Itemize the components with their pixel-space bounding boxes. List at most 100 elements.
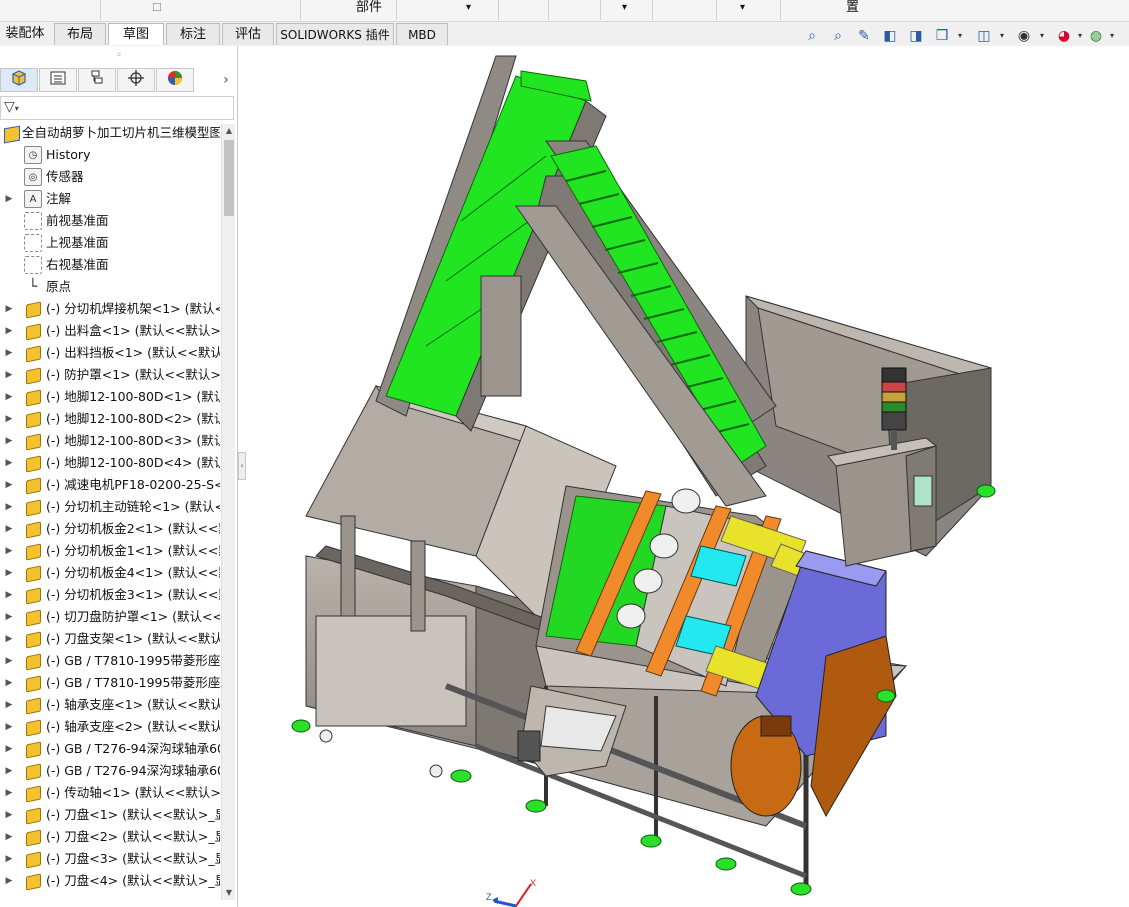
ribbon-label-placement[interactable]: 置: [846, 0, 859, 16]
tree-item-part[interactable]: ▶ (-) GB / T7810-1995带菱形座轴: [0, 672, 220, 694]
expand-arrow-icon[interactable]: ▶: [4, 694, 14, 716]
expand-arrow-icon[interactable]: ▶: [4, 298, 14, 320]
tree-filter-box[interactable]: ▽▾: [0, 96, 234, 120]
filter-icon[interactable]: ▽▾: [4, 99, 19, 115]
expand-arrow-icon[interactable]: ▶: [4, 848, 14, 870]
graphics-area[interactable]: X Y Z: [246, 46, 1129, 907]
tree-item-annotation[interactable]: ▶ A 注解: [0, 188, 220, 210]
expand-arrow-icon[interactable]: ▶: [4, 760, 14, 782]
expand-arrow-icon[interactable]: ▶: [4, 452, 14, 474]
scroll-thumb[interactable]: [224, 140, 234, 216]
expand-arrow-icon[interactable]: ▶: [4, 540, 14, 562]
edit-appearance-icon[interactable]: ◕: [1054, 26, 1074, 46]
tree-item-part[interactable]: ▶ (-) 减速电机PF18-0200-25-S<1: [0, 474, 220, 496]
tree-item-part[interactable]: ▶ (-) 刀盘支架<1> (默认<<默认>_: [0, 628, 220, 650]
tree-item-part[interactable]: ▶ (-) 刀盘<3> (默认<<默认>_显示: [0, 848, 220, 870]
tab-assembly[interactable]: 装配体: [0, 23, 50, 45]
tree-item-part[interactable]: ▶ (-) 分切机板金1<1> (默认<<默: [0, 540, 220, 562]
tree-item-part[interactable]: ▶ (-) 出料盒<1> (默认<<默认>_显: [0, 320, 220, 342]
expand-arrow-icon[interactable]: ▶: [4, 474, 14, 496]
tree-item-plane[interactable]: 前视基准面: [0, 210, 220, 232]
expand-arrow-icon[interactable]: ▶: [4, 606, 14, 628]
tree-item-part[interactable]: ▶ (-) 分切机板金2<1> (默认<<默: [0, 518, 220, 540]
tree-item-part[interactable]: ▶ (-) 刀盘<1> (默认<<默认>_显示: [0, 804, 220, 826]
expand-arrow-icon[interactable]: ▶: [4, 562, 14, 584]
expand-arrow-icon[interactable]: ▶: [4, 430, 14, 452]
expand-arrow-icon[interactable]: ▶: [4, 408, 14, 430]
tree-item-part[interactable]: ▶ (-) 分切机主动链轮<1> (默认<<: [0, 496, 220, 518]
tree-item-part[interactable]: ▶ (-) GB / T7810-1995带菱形座轴: [0, 650, 220, 672]
previous-view-icon[interactable]: ✎: [854, 26, 874, 46]
tree-item-part[interactable]: ▶ (-) 分切机板金3<1> (默认<<默: [0, 584, 220, 606]
expand-arrow-icon[interactable]: ▶: [4, 672, 14, 694]
ribbon-dropdown-icon[interactable]: ▾: [622, 0, 627, 16]
configuration-manager-tab-icon[interactable]: [78, 68, 116, 92]
expand-arrow-icon[interactable]: ▶: [4, 320, 14, 342]
chevron-down-icon[interactable]: ▾: [1038, 26, 1046, 46]
tree-item-part[interactable]: ▶ (-) 地脚12-100-80D<2> (默认<: [0, 408, 220, 430]
tab-solidworks-addins[interactable]: SOLIDWORKS 插件: [276, 23, 394, 45]
expand-arrow-icon[interactable]: ▶: [4, 826, 14, 848]
expand-arrow-icon[interactable]: ▶: [4, 804, 14, 826]
section-view-icon[interactable]: ◧: [880, 26, 900, 46]
display-style-icon[interactable]: ◫: [974, 26, 994, 46]
ribbon-dropdown-icon[interactable]: ▾: [740, 0, 745, 16]
tree-item-part[interactable]: ▶ (-) GB / T276-94深沟球轴承600: [0, 738, 220, 760]
chevron-down-icon[interactable]: ▾: [956, 26, 964, 46]
tab-sketch[interactable]: 草图: [108, 23, 164, 45]
expand-arrow-icon[interactable]: ▶: [4, 782, 14, 804]
chevron-down-icon[interactable]: ▾: [1076, 26, 1084, 46]
zoom-to-fit-icon[interactable]: ⌕: [802, 26, 822, 46]
expand-arrow-icon[interactable]: ▶: [4, 496, 14, 518]
tree-item-origin[interactable]: └ 原点: [0, 276, 220, 298]
hide-show-icon[interactable]: ◉: [1014, 26, 1034, 46]
tree-item-sensor[interactable]: ◎ 传感器: [0, 166, 220, 188]
scroll-up-icon[interactable]: ▲: [222, 124, 236, 138]
expand-arrow-icon[interactable]: ▶: [4, 364, 14, 386]
feature-manager-tab-icon[interactable]: [0, 68, 38, 92]
dimxpert-manager-tab-icon[interactable]: [117, 68, 155, 92]
expand-arrow-icon[interactable]: ▶: [4, 188, 14, 210]
tree-item-part[interactable]: ▶ (-) 防护罩<1> (默认<<默认>_显: [0, 364, 220, 386]
display-manager-tab-icon[interactable]: [156, 68, 194, 92]
panel-grip-handle[interactable]: ◦: [0, 46, 238, 66]
property-manager-tab-icon[interactable]: [39, 68, 77, 92]
tree-item-history[interactable]: ◷ History: [0, 144, 220, 166]
expand-arrow-icon[interactable]: ▶: [4, 342, 14, 364]
scroll-down-icon[interactable]: ▼: [222, 886, 236, 900]
tree-item-part[interactable]: ▶ (-) 地脚12-100-80D<3> (默认<: [0, 430, 220, 452]
tree-item-part[interactable]: ▶ (-) 地脚12-100-80D<1> (默认<: [0, 386, 220, 408]
tree-item-part[interactable]: ▶ (-) 刀盘<2> (默认<<默认>_显示: [0, 826, 220, 848]
expand-arrow-icon[interactable]: ▶: [4, 738, 14, 760]
tree-item-part[interactable]: ▶ (-) 出料挡板<1> (默认<<默认>_: [0, 342, 220, 364]
tree-item-part[interactable]: ▶ (-) 分切机焊接机架<1> (默认<<: [0, 298, 220, 320]
tree-item-plane[interactable]: 上视基准面: [0, 232, 220, 254]
apply-scene-icon[interactable]: ◍: [1086, 26, 1106, 46]
expand-arrow-icon[interactable]: ▶: [4, 650, 14, 672]
ribbon-dropdown-icon[interactable]: ▾: [466, 0, 471, 16]
tab-evaluate[interactable]: 评估: [222, 23, 274, 45]
ribbon-label-parts[interactable]: 部件: [356, 0, 382, 16]
chevron-down-icon[interactable]: ▾: [1108, 26, 1116, 46]
expand-arrow-icon[interactable]: ▶: [4, 584, 14, 606]
tree-item-part[interactable]: ▶ (-) 刀盘<4> (默认<<默认>_显示: [0, 870, 220, 892]
tree-item-part[interactable]: ▶ (-) 轴承支座<1> (默认<<默认>_: [0, 694, 220, 716]
tree-item-part[interactable]: ▶ (-) 地脚12-100-80D<4> (默认<: [0, 452, 220, 474]
tab-mbd[interactable]: MBD: [396, 23, 448, 45]
tree-scrollbar[interactable]: ▲ ▼: [221, 124, 235, 900]
chevron-right-icon[interactable]: ›: [216, 68, 236, 92]
zoom-area-icon[interactable]: ⌕: [828, 26, 848, 46]
expand-arrow-icon[interactable]: ▶: [4, 628, 14, 650]
chevron-down-icon[interactable]: ▾: [998, 26, 1006, 46]
tree-item-part[interactable]: ▶ (-) 传动轴<1> (默认<<默认>_显: [0, 782, 220, 804]
tree-item-part[interactable]: ▶ (-) GB / T276-94深沟球轴承600: [0, 760, 220, 782]
tree-root-assembly[interactable]: 全自动胡萝卜加工切片机三维模型图: [0, 122, 220, 144]
ribbon-checkbox[interactable]: ☐: [152, 0, 162, 16]
tree-item-part[interactable]: ▶ (-) 轴承支座<2> (默认<<默认>_: [0, 716, 220, 738]
expand-arrow-icon[interactable]: ▶: [4, 870, 14, 892]
expand-arrow-icon[interactable]: ▶: [4, 716, 14, 738]
tree-item-part[interactable]: ▶ (-) 分切机板金4<1> (默认<<默: [0, 562, 220, 584]
tree-item-plane[interactable]: 右视基准面: [0, 254, 220, 276]
dynamic-annotation-icon[interactable]: ◨: [906, 26, 926, 46]
expand-arrow-icon[interactable]: ▶: [4, 518, 14, 540]
